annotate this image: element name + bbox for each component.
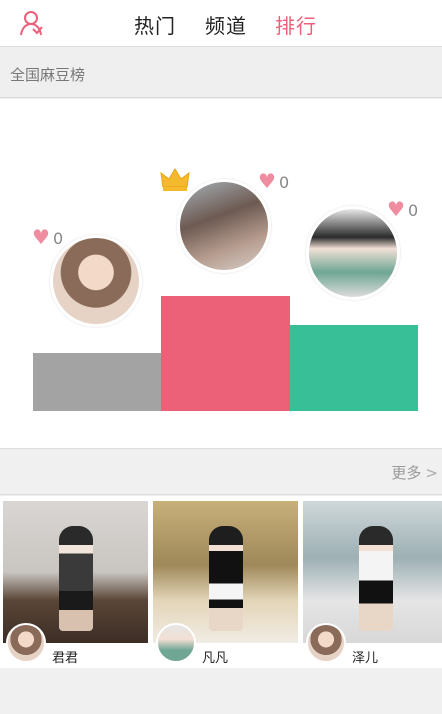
tab-channel[interactable]: 频道: [205, 10, 247, 39]
figure: [58, 526, 93, 631]
model-card-list: 君君 凡凡 泽儿: [0, 496, 442, 668]
avatar[interactable]: [156, 623, 196, 663]
model-photo[interactable]: [3, 501, 148, 643]
model-name: 君君: [52, 651, 79, 666]
bottom-spacer: [0, 668, 442, 714]
like-count-middle[interactable]: ♥ 0: [258, 169, 289, 193]
podium-bar-left: [33, 353, 161, 411]
figure: [208, 526, 243, 631]
tab-hot[interactable]: 热门: [134, 10, 176, 39]
avatar[interactable]: [6, 623, 46, 663]
heart-icon: ♥: [387, 197, 405, 221]
like-count-value: 0: [52, 229, 64, 248]
section-title: 全国麻豆榜: [10, 66, 86, 84]
like-count-right[interactable]: ♥ 0: [387, 197, 418, 221]
avatar-rank-right[interactable]: [306, 206, 400, 300]
like-count-value: 0: [278, 173, 290, 192]
section-header: 全国麻豆榜: [0, 48, 442, 98]
podium-bar-right: [290, 325, 418, 411]
model-photo[interactable]: [153, 501, 298, 643]
more-bar: 更多 >: [0, 450, 442, 495]
tab-bar: 热门 频道 排行: [0, 0, 442, 47]
avatar[interactable]: [306, 623, 346, 663]
model-name: 泽儿: [352, 651, 379, 666]
like-count-value: 0: [407, 201, 419, 220]
more-label: 更多: [391, 464, 422, 482]
chevron-right-icon: >: [425, 464, 438, 482]
top-nav-bar: 热门 频道 排行: [0, 0, 442, 47]
podium-area: ♥ 0 ♥ 0 ♥ 0: [0, 99, 442, 449]
heart-icon: ♥: [32, 225, 50, 249]
model-photo[interactable]: [303, 501, 442, 643]
avatar-rank-first[interactable]: [177, 179, 271, 273]
model-card[interactable]: 泽儿: [303, 501, 442, 666]
figure: [358, 526, 393, 631]
model-name: 凡凡: [202, 651, 229, 666]
more-link[interactable]: 更多 >: [391, 462, 438, 483]
like-count-left[interactable]: ♥ 0: [32, 225, 63, 249]
model-card[interactable]: 凡凡: [153, 501, 298, 666]
tab-ranking[interactable]: 排行: [275, 10, 317, 39]
model-card[interactable]: 君君: [3, 501, 148, 666]
crown-icon: [160, 168, 190, 191]
heart-icon: ♥: [258, 169, 276, 193]
podium-bar-middle: [161, 296, 290, 411]
avatar-rank-left[interactable]: [50, 235, 142, 327]
